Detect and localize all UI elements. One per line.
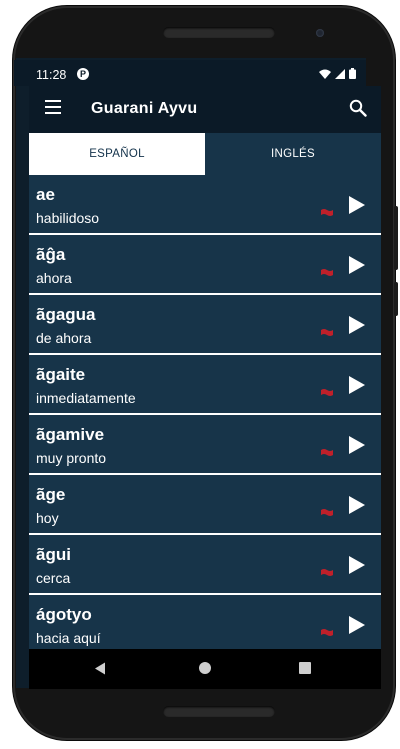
hamburger-menu-icon[interactable] xyxy=(45,100,61,114)
list-item[interactable]: ãgaite inmediatamente xyxy=(29,355,381,415)
search-icon[interactable] xyxy=(349,99,367,117)
flag-icon xyxy=(321,389,333,396)
status-bar: 11:28 P xyxy=(14,60,366,86)
tab-ingles[interactable]: INGLÉS xyxy=(205,133,381,175)
home-icon[interactable] xyxy=(199,662,211,674)
status-icons xyxy=(319,68,356,79)
play-audio-icon[interactable] xyxy=(348,495,366,515)
wifi-icon xyxy=(319,69,331,79)
list-item[interactable]: ágotyo hacia aquí xyxy=(29,595,381,655)
flag-icon xyxy=(321,569,333,576)
entry-meaning: hacia aquí xyxy=(36,630,101,646)
list-item[interactable]: ãgamive muy pronto xyxy=(29,415,381,475)
entry-meaning: de ahora xyxy=(36,330,92,346)
front-camera xyxy=(316,29,324,37)
tab-espanol[interactable]: ESPAÑOL xyxy=(29,133,205,175)
list-item[interactable]: ae habilidoso xyxy=(29,175,381,235)
recent-apps-icon[interactable] xyxy=(299,662,311,674)
flag-icon xyxy=(321,629,333,636)
android-nav-bar xyxy=(29,649,381,689)
earpiece-speaker xyxy=(163,27,275,38)
entry-meaning: habilidoso xyxy=(36,210,100,226)
flag-icon xyxy=(321,269,333,276)
entry-meaning: cerca xyxy=(36,570,71,586)
entry-word: ãgaite xyxy=(36,365,86,384)
play-audio-icon[interactable] xyxy=(348,255,366,275)
entry-word: ãgui xyxy=(36,545,71,564)
entry-word: ãĝa xyxy=(36,245,66,264)
volume-button xyxy=(394,206,398,270)
power-button xyxy=(394,282,398,316)
list-item[interactable]: ãĝa ahora xyxy=(29,235,381,295)
language-tabs: ESPAÑOL INGLÉS xyxy=(29,133,381,175)
flag-icon xyxy=(321,509,333,516)
flag-icon xyxy=(321,449,333,456)
entry-word: ãgamive xyxy=(36,425,105,444)
back-icon[interactable] xyxy=(94,662,106,675)
bottom-speaker xyxy=(163,706,275,717)
signal-icon xyxy=(335,68,345,79)
battery-icon xyxy=(349,68,356,79)
app-title: Guarani Ayvu xyxy=(91,100,198,117)
entry-word: ae xyxy=(36,185,55,204)
play-audio-icon[interactable] xyxy=(348,435,366,455)
list-item[interactable]: ãgui cerca xyxy=(29,535,381,595)
play-audio-icon[interactable] xyxy=(348,315,366,335)
status-time: 11:28 xyxy=(36,68,67,82)
play-audio-icon[interactable] xyxy=(348,375,366,395)
play-audio-icon[interactable] xyxy=(348,555,366,575)
entry-word: ãge xyxy=(36,485,66,504)
list-item[interactable]: ãge hoy xyxy=(29,475,381,535)
app-bar: Guarani Ayvu xyxy=(29,86,381,133)
word-list: ae habilidoso ãĝa ahora ãgagua de ahora ãgaite… xyxy=(29,175,381,655)
flag-icon xyxy=(321,209,333,216)
app-notification-icon: P xyxy=(77,68,89,80)
entry-word: ãgagua xyxy=(36,305,96,324)
entry-meaning: hoy xyxy=(36,510,59,526)
play-audio-icon[interactable] xyxy=(348,615,366,635)
entry-meaning: ahora xyxy=(36,270,72,286)
list-item[interactable]: ãgagua de ahora xyxy=(29,295,381,355)
play-audio-icon[interactable] xyxy=(348,195,366,215)
entry-word: ágotyo xyxy=(36,605,92,624)
entry-meaning: muy pronto xyxy=(36,450,107,466)
entry-meaning: inmediatamente xyxy=(36,390,136,406)
flag-icon xyxy=(321,329,333,336)
